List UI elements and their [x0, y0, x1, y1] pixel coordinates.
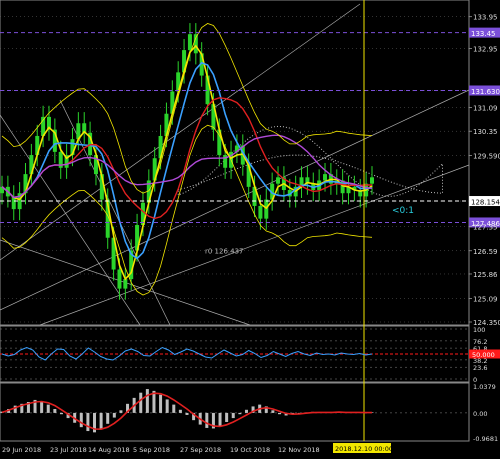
time-tick-label: 19 Oct 2018 — [230, 446, 270, 454]
ind2-histogram-bar — [106, 412, 110, 424]
time-tick-label: 14 Aug 2018 — [88, 446, 130, 454]
candle-body — [323, 174, 328, 181]
ind2-histogram-bar — [178, 409, 182, 413]
ind2-histogram-bar — [99, 412, 103, 429]
time-tick-label: 5 Sep 2018 — [133, 446, 170, 454]
ind2-histogram-bar — [238, 412, 242, 415]
candle-body — [276, 177, 281, 184]
price-tick-label: 126.59 — [473, 248, 498, 256]
level-label: 131.630 — [471, 88, 500, 96]
ind2-histogram-bar — [40, 401, 44, 413]
ind2-histogram-bar — [278, 412, 281, 415]
candle-body — [258, 205, 263, 219]
ind2-histogram-bar — [172, 404, 176, 413]
ind1-tick-label: 100 — [473, 326, 485, 334]
ind2-histogram-bar — [205, 412, 209, 428]
ind2-histogram-bar — [59, 412, 63, 415]
chart-window[interactable]: r0 126.437 <0:1 133.45 131.630 128.154 127.4… — [0, 0, 500, 459]
ind2-histogram-bar — [165, 399, 169, 413]
price-tick-label: 130.35 — [473, 128, 498, 136]
time-axis: 29 Jun 2018 23 Jul 2018 14 Aug 2018 5 Sep 2… — [2, 443, 393, 454]
cursor-time-label: 2018.12.10 00:00 — [335, 445, 393, 453]
price-tick-label: 129.590 — [473, 152, 500, 160]
ind2-histogram-bar — [79, 412, 83, 428]
ind2-histogram-bar — [185, 412, 189, 415]
candle-body — [187, 34, 192, 51]
ind2-histogram-bar — [218, 412, 222, 426]
ind2-histogram-bar — [53, 409, 57, 413]
level-label: 128.154 — [471, 199, 500, 207]
candle-body — [123, 279, 128, 289]
wave-annotation: <0:1 — [392, 206, 414, 216]
ind2-tick-label: 0.00 — [473, 410, 487, 418]
ind2-histogram-bar — [145, 389, 149, 413]
price-tick-label: 132.95 — [473, 46, 498, 54]
ind2-histogram-bar — [86, 412, 90, 432]
ind2-histogram-bar — [119, 410, 123, 413]
time-tick-label: 12 Nov 2018 — [278, 446, 320, 454]
price-tick-label: 133.95 — [473, 14, 498, 22]
ind1-tick-label: 23.6 — [473, 364, 487, 372]
candle-body — [117, 269, 122, 289]
price-tick-label: 125.09 — [473, 295, 498, 303]
ind2-histogram-bar — [112, 412, 116, 418]
price-tick-label: 125.86 — [473, 271, 498, 279]
price-tick-label: 127.35 — [473, 224, 498, 232]
ind2-histogram-bar — [231, 412, 235, 419]
ind2-tick-label: -0.9681 — [473, 435, 498, 443]
ind2-histogram-bar — [244, 409, 248, 413]
indicator-2-panel-frame — [0, 382, 470, 442]
candle-body — [264, 199, 269, 219]
time-tick-label: 23 Jul 2018 — [50, 446, 87, 454]
price-tick-label: 131.09 — [473, 105, 498, 113]
ind2-histogram-bar — [225, 412, 229, 422]
ind2-histogram-bar — [139, 392, 143, 413]
ind2-histogram-bar — [46, 404, 50, 413]
time-tick-label: 29 Jun 2018 — [2, 446, 41, 454]
ind2-histogram-bar — [159, 394, 163, 413]
r0-annotation: r0 126.437 — [205, 248, 244, 256]
time-tick-label: 27 Sep 2018 — [180, 446, 221, 454]
price-axis: 133.45131.630128.154127.486133.95132.951… — [469, 14, 500, 443]
candle-body — [370, 177, 374, 184]
level-label: 133.45 — [471, 30, 496, 38]
ind2-tick-label: 1.0379 — [473, 383, 496, 391]
chart-canvas[interactable]: r0 126.437<0:1 133.45131.630128.154127.4… — [0, 0, 500, 459]
ind2-histogram-bar — [271, 410, 275, 413]
ind1-level-label: 50.000 — [472, 351, 495, 359]
